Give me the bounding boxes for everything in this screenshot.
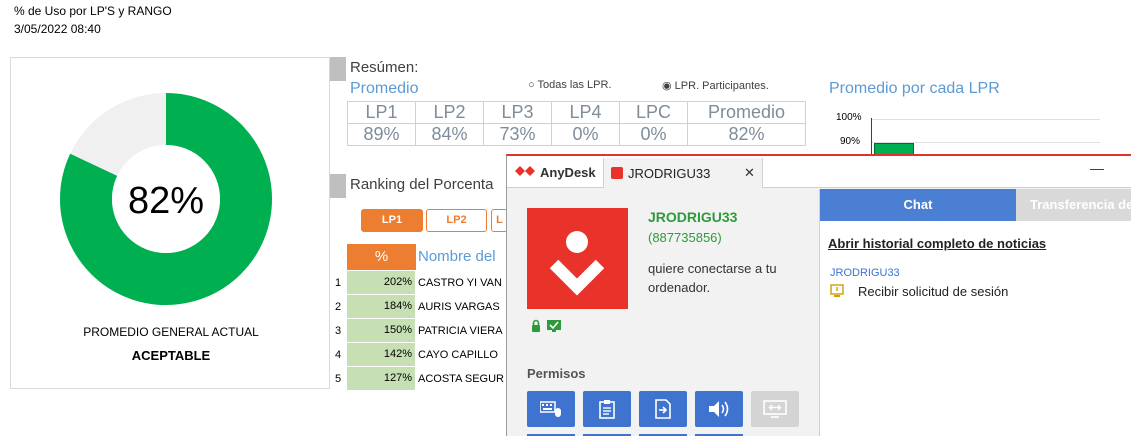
remote-user-id: (887735856) xyxy=(648,230,722,245)
gauge-status: ACEPTABLE xyxy=(131,348,211,363)
resumen-header-cell: LP4 xyxy=(551,101,620,124)
radio-participants-label: LPR. Participantes. xyxy=(674,80,769,92)
resumen-header-cell: LP2 xyxy=(415,101,484,124)
keyboard-mouse-icon xyxy=(539,401,561,417)
lpr-gridline xyxy=(872,119,1100,120)
ranking-row-name: CAYO CAPILLO xyxy=(418,349,498,361)
sound-icon xyxy=(709,401,729,417)
open-history-link[interactable]: Abrir historial completo de noticias xyxy=(828,236,1046,251)
ranking-button-lp2[interactable]: LP2 xyxy=(426,209,487,232)
resumen-table: LP1 LP2 LP3 LP4 LPC Promedio 89% 84% 73%… xyxy=(347,101,806,146)
clipboard-icon xyxy=(599,400,615,419)
radio-unchecked-icon: ○ xyxy=(528,79,535,91)
resumen-value-cell: 84% xyxy=(415,123,484,146)
radio-all-label: Todas las LPR. xyxy=(537,79,612,91)
screen: % de Uso por LP'S y RANGO 3/05/2022 08:4… xyxy=(0,0,1131,436)
notice-text: Recibir solicitud de sesión xyxy=(858,284,1009,299)
resumen-header-cell: Promedio xyxy=(687,101,806,124)
permission-file-transfer-button[interactable] xyxy=(639,391,687,427)
permission-screen-swap-button[interactable] xyxy=(751,391,799,427)
ranking-row-pct: 202% xyxy=(347,271,415,294)
ranking-row-index: 3 xyxy=(334,325,342,337)
ranking-row-name: PATRICIA VIERA xyxy=(418,325,503,337)
anydesk-window: AnyDesk JRODRIGU33 ✕ — JRODRIGU33 (88773… xyxy=(506,154,1131,436)
remote-user-name: JRODRIGU33 xyxy=(648,209,738,225)
resumen-header-cell: LPC xyxy=(619,101,688,124)
ranking-row-index: 1 xyxy=(334,277,342,289)
notice-user: JRODRIGU33 xyxy=(830,267,900,279)
anydesk-logo-icon xyxy=(515,166,535,176)
section-marker xyxy=(330,57,346,81)
resumen-value-row: 89% 84% 73% 0% 0% 82% xyxy=(347,123,806,146)
session-request-icon xyxy=(830,284,844,297)
chat-panel: Chat Transferencia de Abrir historial co… xyxy=(819,189,1131,436)
ranking-row-pct: 150% xyxy=(347,319,415,342)
resumen-value-cell: 0% xyxy=(619,123,688,146)
permission-clipboard-button[interactable] xyxy=(583,391,631,427)
anydesk-avatar-icon xyxy=(549,231,605,296)
lpr-chart-title: Promedio por cada LPR xyxy=(829,80,1000,97)
remote-user-avatar xyxy=(527,208,628,309)
general-average-panel: 82% PROMEDIO GENERAL ACTUAL ACEPTABLE xyxy=(10,57,330,389)
resumen-header-cell: LP1 xyxy=(347,101,416,124)
donut-value: 82% xyxy=(128,180,204,222)
resumen-title: Resúmen: xyxy=(350,59,419,76)
section-marker xyxy=(330,174,346,198)
file-transfer-icon xyxy=(655,399,671,419)
permission-keyboard-mouse-button[interactable] xyxy=(527,391,575,427)
lpr-tick-label: 100% xyxy=(836,112,862,123)
minimize-button[interactable]: — xyxy=(1090,160,1104,176)
ranking-row-pct: 184% xyxy=(347,295,415,318)
permission-sound-button[interactable] xyxy=(695,391,743,427)
ranking-row-index: 5 xyxy=(334,373,342,385)
lock-icon xyxy=(532,319,540,332)
resumen-header-row: LP1 LP2 LP3 LP4 LPC Promedio xyxy=(347,101,806,124)
resumen-value-cell: 82% xyxy=(687,123,806,146)
resumen-header-cell: LP3 xyxy=(483,101,552,124)
ranking-row-index: 2 xyxy=(334,301,342,313)
session-tab-label: JRODRIGU33 xyxy=(628,166,711,181)
anydesk-app-name: AnyDesk xyxy=(540,165,596,180)
session-tab[interactable]: JRODRIGU33 ✕ xyxy=(603,158,763,188)
lpr-tick-label: 90% xyxy=(840,136,861,147)
resumen-value-cell: 73% xyxy=(483,123,552,146)
tab-file-transfer[interactable]: Transferencia de xyxy=(1016,189,1131,221)
resumen-value-cell: 89% xyxy=(347,123,416,146)
ranking-row-pct: 142% xyxy=(347,343,415,366)
ranking-row-name: ACOSTA SEGUR xyxy=(418,373,504,385)
lpr-axis xyxy=(871,118,872,158)
report-date: 3/05/2022 08:40 xyxy=(14,22,101,36)
gauge-label: PROMEDIO GENERAL ACTUAL xyxy=(83,325,259,339)
anydesk-tab-icon xyxy=(611,167,623,179)
ranking-col-pct: % xyxy=(347,244,416,270)
tab-chat[interactable]: Chat xyxy=(820,189,1016,221)
permissions-label: Permisos xyxy=(527,366,586,381)
ranking-row-index: 4 xyxy=(334,349,342,361)
ranking-row-name: AURIS VARGAS xyxy=(418,301,500,313)
radio-checked-icon: ◉ xyxy=(662,80,672,92)
screen-swap-icon xyxy=(763,400,787,418)
ranking-row-name: CASTRO YI VAN xyxy=(418,277,502,289)
close-icon[interactable]: ✕ xyxy=(744,165,755,181)
connection-request-message: quiere conectarse a tu ordenador. xyxy=(648,261,777,295)
resumen-panel: Resúmen: Promedio ○ Todas las LPR. ◉ LPR… xyxy=(330,57,808,152)
anydesk-titlebar: AnyDesk JRODRIGU33 ✕ — xyxy=(507,156,1131,188)
report-title: % de Uso por LP'S y RANGO xyxy=(14,4,172,18)
resumen-value-cell: 0% xyxy=(551,123,620,146)
ranking-col-name: Nombre del xyxy=(418,248,496,265)
radio-participants[interactable]: ◉ LPR. Participantes. xyxy=(662,79,769,92)
radio-all-lpr[interactable]: ○ Todas las LPR. xyxy=(528,79,612,91)
donut-gauge: 82% xyxy=(60,93,272,305)
ranking-title: Ranking del Porcenta xyxy=(350,176,494,193)
ranking-row-pct: 127% xyxy=(347,367,415,390)
verified-screen-icon xyxy=(547,320,561,332)
resumen-subtitle: Promedio xyxy=(350,80,419,97)
ranking-button-lp1[interactable]: LP1 xyxy=(361,209,423,232)
